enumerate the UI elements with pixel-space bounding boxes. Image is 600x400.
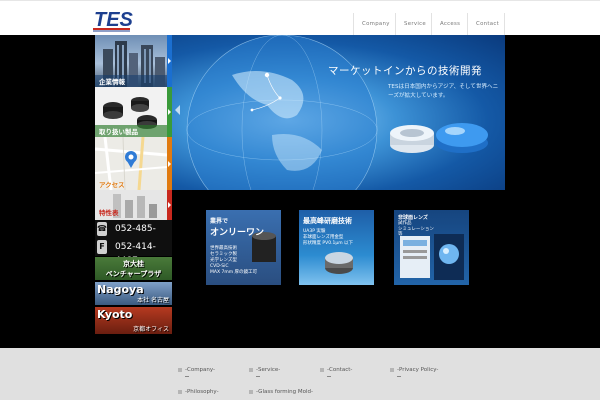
thumb3-title: 非球面レンズ bbox=[398, 215, 428, 221]
thumb-polishing[interactable]: 最高峰研磨技術 UA3P 実験 非球面レンズ用金型 形状精度 PV0.1μm 以… bbox=[299, 210, 374, 285]
banner-city: Kyoto bbox=[97, 308, 133, 321]
sidebar-item-features[interactable]: 特性表 bbox=[95, 190, 172, 220]
banner-office: 本社 名古屋 bbox=[137, 297, 169, 304]
sidebar-item-company[interactable]: 企業情報 bbox=[95, 35, 172, 87]
phone-icon: ☎ bbox=[97, 222, 107, 236]
kyoto-banner[interactable]: Kyoto 京都オフィス bbox=[95, 307, 172, 334]
globe-image bbox=[186, 35, 488, 190]
hero-title: マーケットインからの技術開発 bbox=[328, 65, 482, 77]
thumb1-line1: 業界で bbox=[210, 218, 229, 225]
page: TES Company Service Access Contact 企業情報 … bbox=[0, 0, 600, 400]
thumb2-title: 最高峰研磨技術 bbox=[303, 217, 352, 225]
thumb1-list: 世界最高技術 セラミック製 光学レンズ型 CVD-SiC MAX 7mm 厚の鏡… bbox=[210, 246, 258, 275]
arrow-right-icon bbox=[167, 190, 172, 220]
slider-prev-icon[interactable] bbox=[175, 105, 180, 115]
kyodai-venture-banner[interactable]: 京大桂 ベンチャープラザ bbox=[95, 257, 172, 280]
footer-link-service[interactable]: -Service- bbox=[249, 367, 280, 373]
features-label: 特性表 bbox=[99, 209, 119, 217]
thumb3-list: 試作品 シミュレーション 等 bbox=[398, 221, 434, 237]
phone-row: ☎ 052-485-4419 bbox=[95, 220, 172, 248]
sidebar-item-products[interactable]: 取り扱い製品 bbox=[95, 87, 172, 137]
site-header: TES Company Service Access Contact bbox=[0, 0, 600, 35]
footer-divider bbox=[256, 376, 260, 377]
footer-divider bbox=[185, 376, 189, 377]
banner-title: 京大桂 bbox=[123, 260, 144, 268]
hero-banner[interactable]: マーケットインからの技術開発 TESは日本国内からアジア、そして世界へニーズが拡… bbox=[172, 35, 505, 190]
thumb-only-one[interactable]: 業界で オンリーワン 世界最高技術 セラミック製 光学レンズ型 CVD-SiC … bbox=[206, 210, 281, 285]
thumb-aspheric-lens[interactable]: 非球面レンズ 試作品 シミュレーション 等 bbox=[394, 210, 469, 285]
site-footer: -Company- -Service- -Contact- -Privacy P… bbox=[0, 348, 600, 400]
company-info-label: 企業情報 bbox=[99, 78, 125, 86]
banner-office: 京都オフィス bbox=[133, 326, 169, 333]
fax-row: F 052-414-4487 bbox=[95, 238, 172, 266]
access-label: アクセス bbox=[99, 181, 125, 189]
nagoya-banner[interactable]: Nagoya 本社 名古屋 bbox=[95, 282, 172, 305]
footer-divider bbox=[327, 376, 331, 377]
footer-link-company[interactable]: -Company- bbox=[178, 367, 215, 373]
nav-service[interactable]: Service bbox=[396, 13, 432, 35]
nav-company[interactable]: Company bbox=[354, 13, 396, 35]
footer-divider bbox=[397, 376, 401, 377]
hero-subtitle: TESは日本国内からアジア、そして世界へニーズが拡大しています。 bbox=[388, 84, 499, 99]
nav-access[interactable]: Access bbox=[432, 13, 468, 35]
nav-contact[interactable]: Contact bbox=[468, 13, 505, 35]
main-nav: Company Service Access Contact bbox=[353, 13, 505, 35]
fax-icon: F bbox=[97, 240, 107, 254]
sidebar-item-access[interactable]: アクセス bbox=[95, 137, 172, 190]
thumb2-list: UA3P 実験 非球面レンズ用金型 形状精度 PV0.1μm 以下 bbox=[303, 229, 354, 246]
banner-subtitle: ベンチャープラザ bbox=[105, 270, 162, 278]
footer-link-glass-mold[interactable]: -Glass forming Mold- bbox=[249, 389, 313, 395]
svg-text:TES: TES bbox=[94, 9, 133, 31]
footer-link-philosophy[interactable]: -Philosophy- bbox=[178, 389, 219, 395]
thumb1-line2: オンリーワン bbox=[210, 228, 265, 238]
products-label: 取り扱い製品 bbox=[99, 128, 138, 136]
tes-logo[interactable]: TES bbox=[93, 7, 134, 33]
footer-link-contact[interactable]: -Contact- bbox=[320, 367, 352, 373]
footer-link-privacy[interactable]: -Privacy Policy- bbox=[390, 367, 438, 373]
